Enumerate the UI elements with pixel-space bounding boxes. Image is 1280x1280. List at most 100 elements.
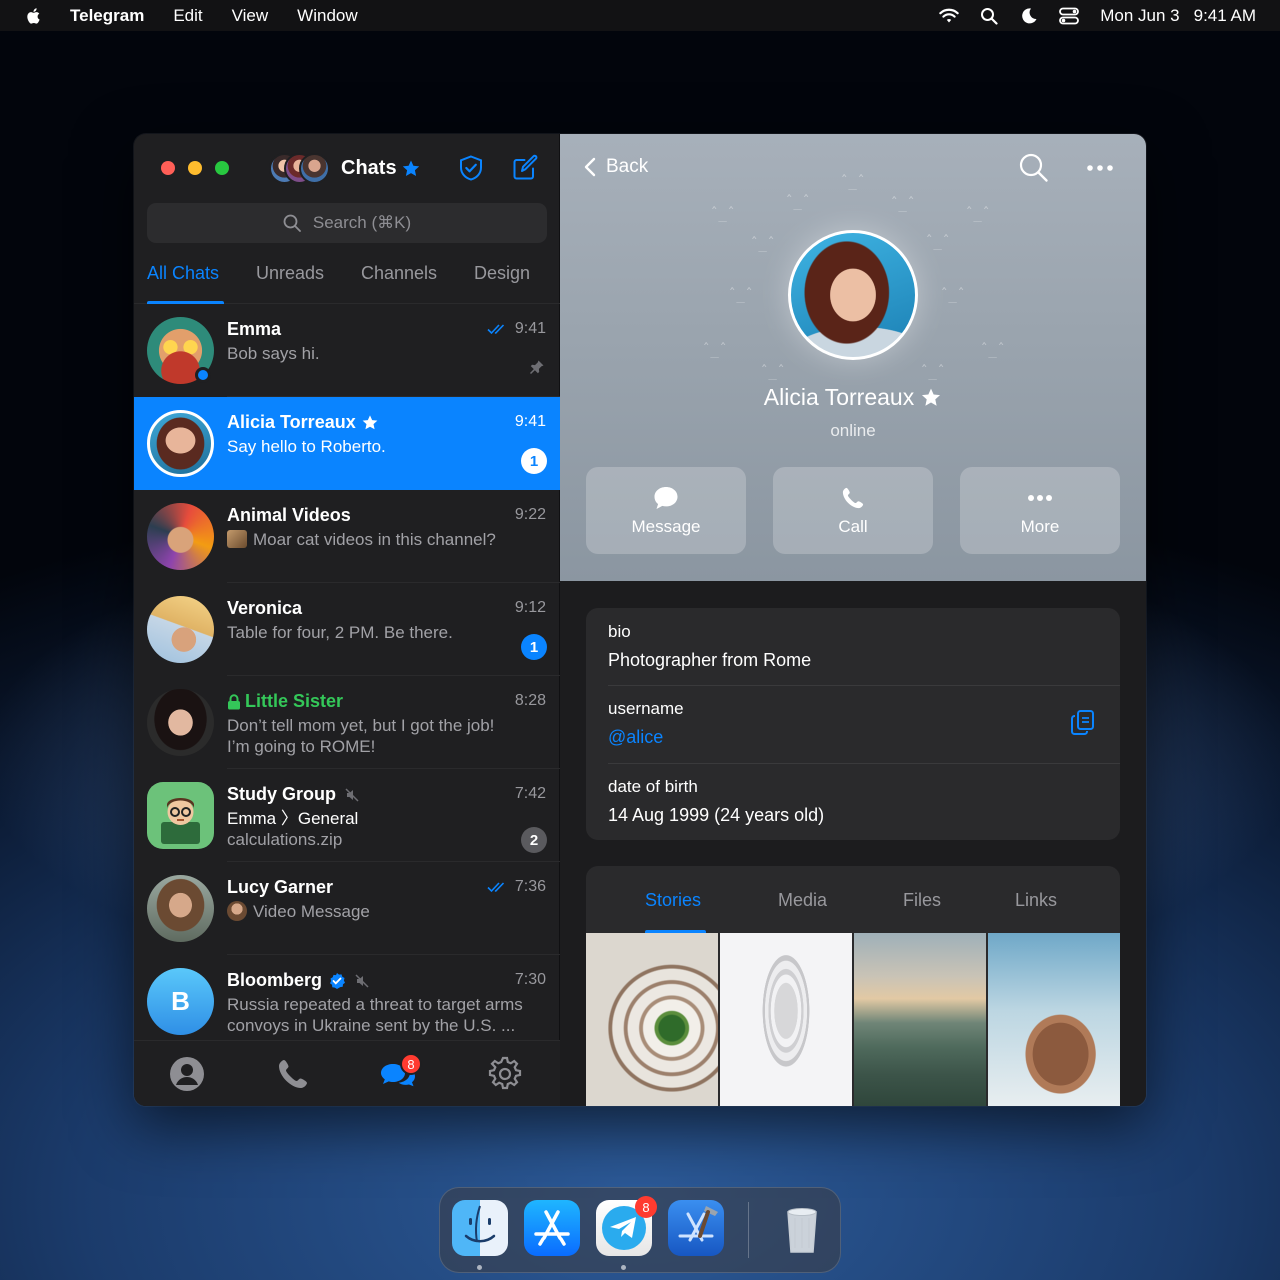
more-options-icon[interactable] — [1084, 152, 1116, 184]
chat-item-little-sister[interactable]: Little Sister 8:28 Don’t tell mom yet, b… — [134, 676, 560, 769]
chat-time: 7:30 — [514, 971, 546, 988]
chat-name: Bloomberg — [227, 970, 370, 991]
copy-icon[interactable] — [1070, 709, 1096, 737]
chat-name: Lucy Garner — [227, 877, 334, 897]
shared-media-card: Stories Media Files Links — [586, 866, 1120, 1106]
background-pattern: ˆ_ˆ — [710, 206, 736, 222]
tab-all-chats[interactable]: All Chats — [147, 263, 219, 284]
chat-item-study-group[interactable]: Study Group 7:42 Emma 〉General calculatio… — [134, 769, 560, 862]
menubar-date[interactable]: Mon Jun 3 — [1100, 6, 1179, 26]
muted-icon — [355, 973, 369, 988]
profile-status: online — [830, 421, 876, 440]
avatar — [147, 689, 214, 756]
tab-stories[interactable]: Stories — [645, 890, 701, 911]
story-thumbnail[interactable] — [720, 933, 852, 1106]
tab-design[interactable]: Design — [474, 263, 530, 284]
avatar-letter: B — [171, 986, 190, 1016]
story-thumbnail[interactable] — [988, 933, 1120, 1106]
chat-message: Don’t tell mom yet, but I got the job! I’… — [227, 716, 495, 756]
more-button[interactable]: More — [960, 467, 1120, 554]
pin-icon — [530, 360, 544, 374]
chat-message: Say hello to Roberto. — [227, 437, 386, 456]
chat-item-emma[interactable]: Emma 9:41 Bob says hi. — [134, 304, 560, 397]
bio-label: bio — [608, 622, 631, 641]
menu-view[interactable]: View — [232, 6, 269, 26]
bio-row[interactable]: bio Photographer from Rome — [608, 622, 1120, 671]
stories-avatars[interactable] — [269, 152, 331, 185]
chat-time: 7:42 — [514, 785, 546, 802]
calls-icon[interactable] — [275, 1056, 311, 1092]
tab-files[interactable]: Files — [903, 890, 941, 911]
chat-item-bloomberg[interactable]: B Bloomberg 7:30 Russia repeated a threa… — [134, 955, 560, 1040]
username-row[interactable]: username @alice — [608, 699, 1120, 748]
chat-item-lucy-garner[interactable]: Lucy Garner 7:36 Video Message — [134, 862, 560, 955]
chat-item-veronica[interactable]: Veronica 9:12 Table for four, 2 PM. Be t… — [134, 583, 560, 676]
avatar — [147, 410, 214, 477]
trash-icon[interactable] — [774, 1200, 830, 1256]
xcode-app-icon[interactable] — [668, 1200, 724, 1256]
tab-media[interactable]: Media — [778, 890, 827, 911]
close-window-button[interactable] — [161, 161, 175, 175]
emoji-nerd-icon — [161, 798, 200, 844]
control-center-icon[interactable] — [1058, 5, 1080, 27]
chat-message: Bob says hi. — [227, 344, 320, 363]
chat-sidebar: Chats Search (⌘K) All Chats Unreads Chan… — [134, 134, 560, 1106]
dob-value: 14 Aug 1999 (24 years old) — [608, 805, 825, 825]
chat-message: Video Message — [227, 901, 547, 922]
menu-app-name[interactable]: Telegram — [70, 6, 144, 26]
avatar — [147, 875, 214, 942]
profile-info-card: bio Photographer from Rome username @ali… — [586, 608, 1120, 840]
date-of-birth-row[interactable]: date of birth 14 Aug 1999 (24 years old) — [608, 777, 1120, 826]
chat-time: 9:41 — [487, 320, 546, 338]
story-thumbnail[interactable] — [854, 933, 986, 1106]
chevron-left-icon — [584, 157, 596, 177]
focus-moon-icon[interactable] — [1018, 5, 1040, 27]
apple-logo-icon[interactable] — [24, 6, 44, 26]
chat-name: Study Group — [227, 784, 360, 805]
profile-avatar[interactable] — [788, 230, 918, 360]
chat-name: Veronica — [227, 598, 303, 618]
menubar: Telegram Edit View Window Mon Jun 3 9:41… — [0, 0, 1280, 31]
avatar: B — [147, 968, 214, 1035]
bio-value: Photographer from Rome — [608, 650, 812, 670]
telegram-dock-badge: 8 — [635, 1196, 657, 1218]
tab-links[interactable]: Links — [1015, 890, 1057, 911]
chat-item-animal-videos[interactable]: Animal Videos 9:22 Moar cat videos in th… — [134, 490, 560, 583]
finder-app-icon[interactable] — [452, 1200, 508, 1256]
chat-message: Russia repeated a threat to target arms c… — [227, 995, 523, 1035]
minimize-window-button[interactable] — [188, 161, 202, 175]
contacts-icon[interactable] — [169, 1056, 205, 1092]
verified-badge-icon — [330, 972, 346, 989]
chat-time: 7:36 — [487, 878, 546, 896]
app-store-icon[interactable] — [524, 1200, 580, 1256]
phone-icon — [842, 487, 864, 508]
menu-window[interactable]: Window — [297, 6, 357, 26]
search-placeholder: Search (⌘K) — [312, 213, 412, 232]
wifi-icon[interactable] — [938, 5, 960, 27]
username-value[interactable]: @alice — [608, 727, 1120, 748]
chat-item-alicia-torreaux[interactable]: Alicia Torreaux 9:41 Say hello to Robert… — [134, 397, 560, 490]
zoom-window-button[interactable] — [215, 161, 229, 175]
settings-gear-icon[interactable] — [487, 1056, 523, 1092]
search-input[interactable]: Search (⌘K) — [147, 203, 547, 243]
spotlight-search-icon[interactable] — [978, 5, 1000, 27]
ellipsis-icon — [1028, 494, 1052, 501]
story-thumbnail[interactable] — [586, 933, 718, 1106]
profile-name: Alicia Torreaux — [560, 384, 1146, 411]
premium-star-icon — [922, 388, 941, 406]
back-button[interactable]: Back — [584, 156, 648, 178]
message-button[interactable]: Message — [586, 467, 746, 554]
tab-channels[interactable]: Channels — [361, 263, 437, 284]
call-button[interactable]: Call — [773, 467, 933, 554]
menubar-time[interactable]: 9:41 AM — [1194, 6, 1256, 26]
tab-unreads[interactable]: Unreads — [256, 263, 324, 284]
shield-icon[interactable] — [457, 154, 485, 182]
compose-icon[interactable] — [511, 154, 539, 182]
menu-edit[interactable]: Edit — [173, 6, 202, 26]
chat-name: Little Sister — [227, 691, 343, 712]
profile-panel: ˆ_ˆ ˆ_ˆ ˆ_ˆ ˆ_ˆ ˆ_ˆ ˆ_ˆ ˆ_ˆ ˆ_ˆ ˆ_ˆ ˆ_ˆ … — [560, 134, 1146, 1106]
chat-folder-tabs: All Chats Unreads Channels Design — [134, 254, 560, 304]
chat-time: 8:28 — [514, 692, 546, 709]
unread-badge: 1 — [521, 448, 547, 474]
search-icon[interactable] — [1018, 152, 1050, 184]
